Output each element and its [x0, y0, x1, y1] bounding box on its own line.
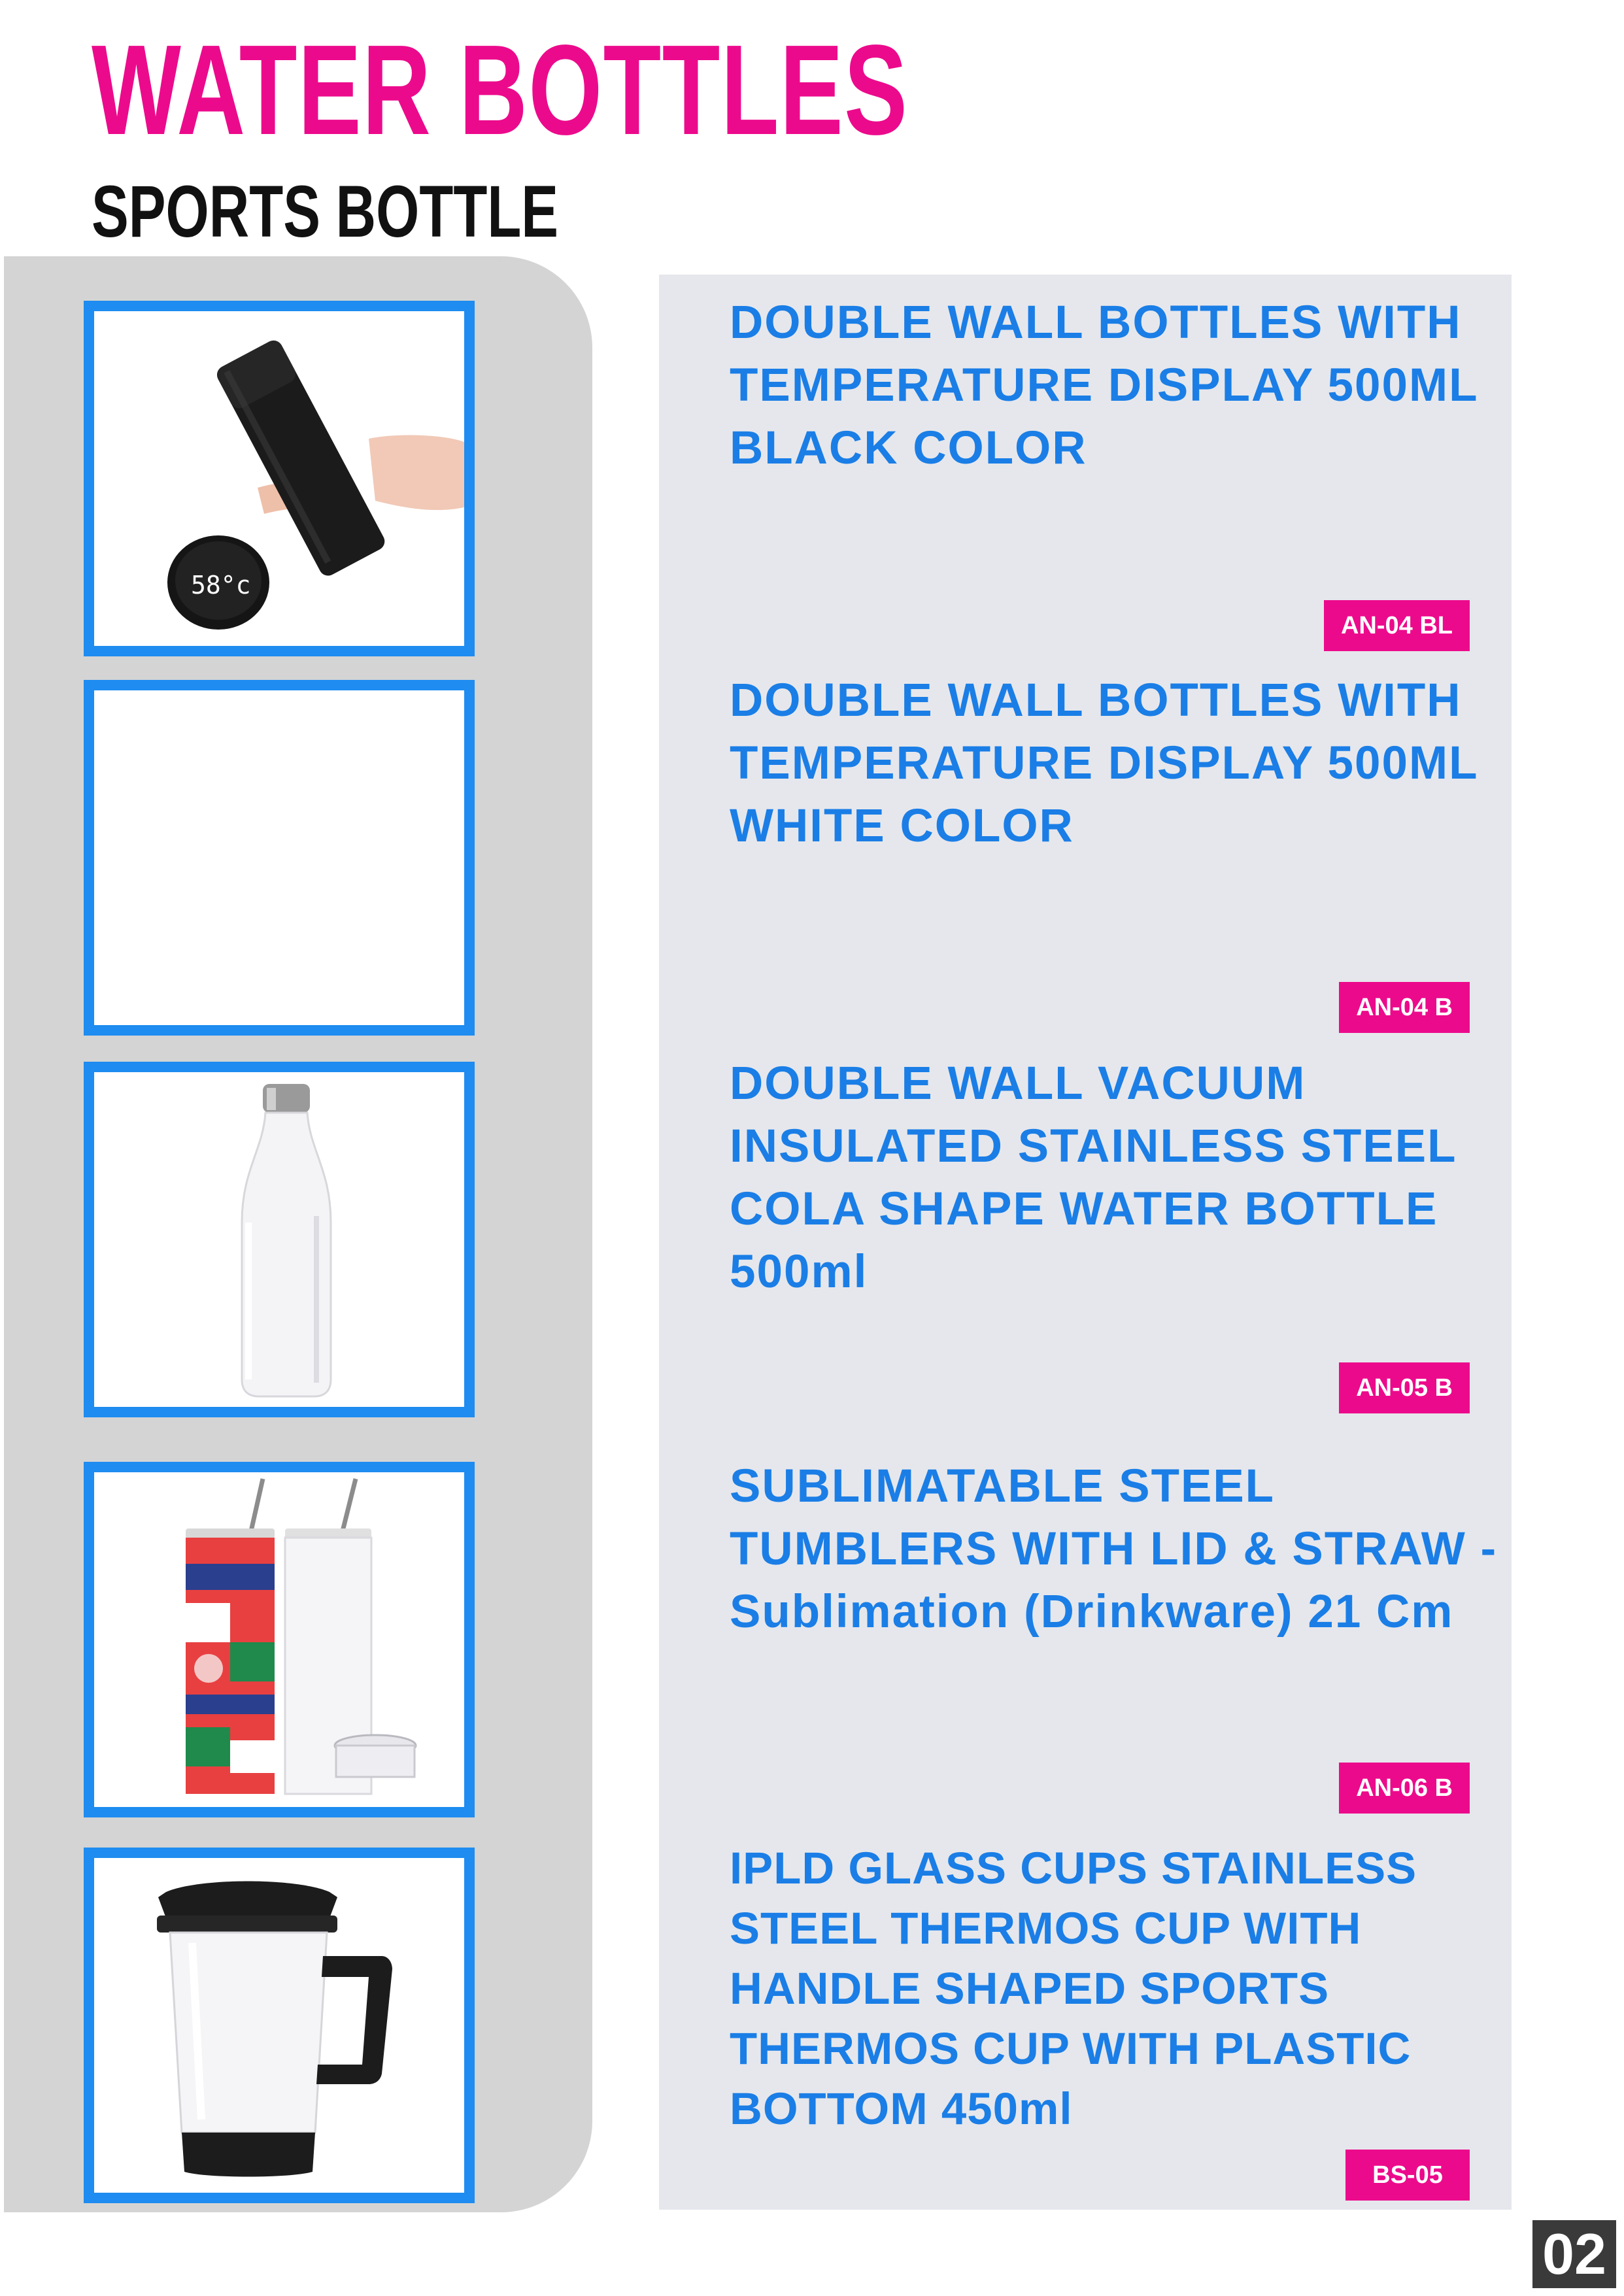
product-code-badge-2: AN-04 B: [1339, 982, 1470, 1033]
product-title-1: DOUBLE WALL BOTTLES WITH TEMPERATURE DIS…: [730, 297, 1478, 474]
product-image-frame-5: [84, 1848, 475, 2203]
product-image-frame-4: [84, 1462, 475, 1817]
product-title-5: IPLD GLASS CUPS STAINLESS STEEL THERMOS …: [730, 1843, 1417, 2134]
product-title-4: SUBLIMATABLE STEEL TUMBLERS WITH LID & S…: [730, 1460, 1498, 1638]
thermos-mug-image: [157, 1881, 392, 2177]
product-code-badge-5: BS-05: [1345, 2150, 1470, 2201]
product-code-badge-1: AN-04 BL: [1323, 600, 1470, 651]
section-subtitle: SPORTS BOTTLE: [92, 171, 559, 252]
product-title-3: DOUBLE WALL VACUUM INSULATED STAINLESS S…: [730, 1058, 1457, 1298]
tumblers-image: [186, 1478, 417, 1795]
product-code-badge-3: AN-05 B: [1339, 1362, 1470, 1413]
black-bottle-image: 58°c: [167, 340, 464, 630]
product-image-frame-2: [84, 680, 475, 1036]
product-code-badge-4: AN-06 B: [1339, 1763, 1470, 1814]
temperature-readout: 58°c: [191, 571, 251, 599]
product-title-2: DOUBLE WALL BOTTLES WITH TEMPERATURE DIS…: [730, 675, 1478, 852]
cola-bottle-image: [241, 1084, 332, 1398]
product-image-frame-1: 58°c: [84, 301, 475, 656]
product-image-frame-3: [84, 1062, 475, 1417]
page-number: 02: [1532, 2220, 1616, 2288]
page-title: WATER BOTTLES: [92, 18, 909, 161]
